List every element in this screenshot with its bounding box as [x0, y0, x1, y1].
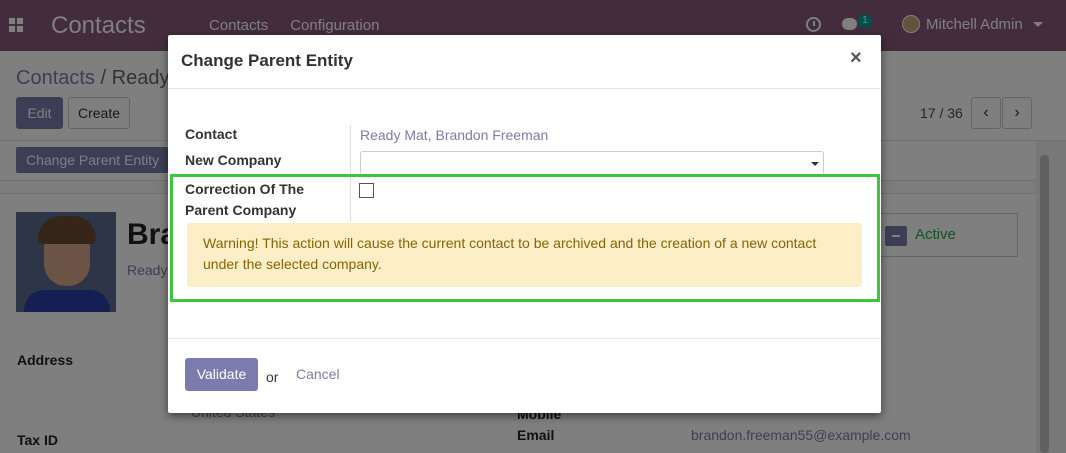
- validate-button[interactable]: Validate: [185, 358, 258, 391]
- contact-value-link[interactable]: Ready Mat, Brandon Freeman: [360, 127, 548, 143]
- contact-label: Contact: [185, 126, 238, 142]
- cancel-button[interactable]: Cancel: [296, 366, 340, 382]
- caret-down-icon: [811, 162, 819, 166]
- or-text: or: [266, 369, 279, 385]
- new-company-select[interactable]: [360, 151, 824, 173]
- change-parent-entity-dialog: Change Parent Entity × Contact New Compa…: [168, 35, 881, 413]
- dialog-title: Change Parent Entity: [181, 51, 353, 70]
- new-company-label: New Company: [185, 152, 282, 168]
- close-icon[interactable]: ×: [850, 47, 862, 70]
- dialog-footer: Validate or Cancel: [168, 338, 881, 413]
- dialog-header: Change Parent Entity ×: [168, 35, 881, 89]
- highlight-frame: [170, 174, 880, 302]
